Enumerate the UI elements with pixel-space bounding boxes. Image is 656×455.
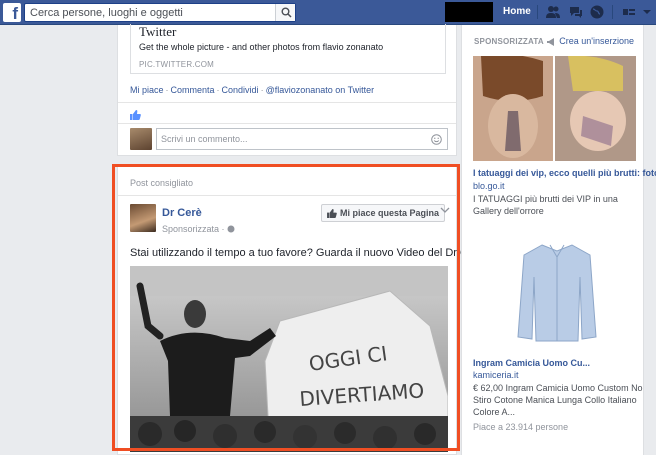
post-meta: Sponsorizzata ·: [162, 224, 235, 234]
page-name-link[interactable]: Dr Cerè: [162, 207, 202, 219]
right-sidebar: SPONSORIZZATA Crea un'inserzione I tatua…: [461, 25, 656, 455]
search-icon: [281, 7, 292, 18]
divider: [118, 195, 456, 196]
divider: [118, 102, 456, 103]
action-dot: ·: [216, 85, 220, 95]
ad-title-link[interactable]: I tatuaggi dei vip, ecco quelli più brut…: [473, 168, 656, 178]
comment-box: [156, 128, 448, 150]
megaphone-icon: [546, 37, 554, 46]
like-page-button[interactable]: Mi piace questa Pagina: [321, 204, 446, 222]
chevron-down-icon[interactable]: [440, 207, 450, 214]
ad-domain[interactable]: blo.go.it: [473, 181, 505, 191]
link-url: PIC.TWITTER.COM: [139, 60, 214, 69]
divider: [118, 123, 456, 124]
sponsored-label: SPONSORIZZATA: [474, 37, 544, 46]
link-title: Twitter: [139, 24, 177, 39]
twitter-source-link[interactable]: @flaviozonanato on Twitter: [266, 85, 375, 95]
shirt-photo: [512, 237, 602, 347]
top-bar: f Home: [0, 0, 656, 25]
avatar[interactable]: [130, 128, 152, 150]
news-feed: Twitter Get the whole picture - and othe…: [117, 24, 487, 455]
link-description: Get the whole picture - and other photos…: [139, 42, 384, 52]
friend-requests-icon[interactable]: [545, 4, 561, 20]
thumb-up-icon: [327, 208, 337, 218]
post-actions: Mi piace · Commenta · Condividi · @flaviozonan…: [130, 85, 374, 95]
ad-image-shirt[interactable]: [512, 237, 602, 347]
sponsored-label[interactable]: Sponsorizzata: [162, 224, 219, 234]
comment-input[interactable]: [157, 129, 427, 149]
topbar-divider: [537, 5, 538, 19]
facebook-logo[interactable]: f: [3, 3, 21, 22]
notifications-globe-icon[interactable]: [589, 4, 605, 20]
topbar-divider-2: [612, 5, 613, 19]
home-link[interactable]: Home: [503, 6, 531, 17]
ad-likes-count: Piace a 23.914 persone: [473, 422, 569, 432]
like-thumb-icon: [130, 110, 141, 120]
search-input[interactable]: [25, 4, 275, 21]
ad-domain[interactable]: kamiceria.it: [473, 370, 519, 380]
left-background: [0, 25, 117, 455]
create-ad-link[interactable]: Crea un'inserzione: [559, 36, 634, 46]
link-preview[interactable]: Twitter Get the whole picture - and othe…: [130, 24, 446, 74]
privacy-shortcuts-icon[interactable]: [621, 4, 637, 20]
video-photo: OGGI CI DIVERTIAMO: [130, 266, 448, 452]
suggested-post-card: Post consigliato Dr Cerè Sponsorizzata ·…: [117, 166, 487, 455]
ad-description: I TATUAGGI più brutti dei VIP in una Gal…: [473, 194, 618, 216]
emoji-icon[interactable]: [431, 134, 442, 145]
like-action[interactable]: Mi piace: [130, 85, 164, 95]
share-action[interactable]: Condividi: [222, 85, 259, 95]
action-dot: ·: [260, 85, 264, 95]
account-menu-chevron-icon[interactable]: [639, 4, 655, 20]
post-video-thumbnail[interactable]: OGGI CI DIVERTIAMO: [130, 266, 448, 452]
comment-action[interactable]: Commenta: [171, 85, 215, 95]
search-button[interactable]: [275, 4, 295, 21]
page-avatar[interactable]: [130, 204, 156, 232]
sponsored-header: SPONSORIZZATA: [474, 37, 556, 46]
post-text: Stai utilizzando il tempo a tuo favore? …: [130, 247, 487, 259]
like-page-label: Mi piace questa Pagina: [340, 208, 440, 218]
shared-post-card: Twitter Get the whole picture - and othe…: [117, 24, 457, 156]
redacted-profile-area: [445, 2, 493, 22]
action-dot: ·: [165, 85, 169, 95]
suggested-post-header: Post consigliato: [130, 178, 194, 188]
ad-title-link[interactable]: Ingram Camicia Uomo Cu...: [473, 358, 590, 368]
public-globe-icon: [227, 225, 235, 233]
messages-icon[interactable]: [568, 4, 584, 20]
ad-description: € 62,00 Ingram Camicia Uomo Custom No St…: [473, 383, 643, 417]
search-box: [24, 3, 296, 22]
